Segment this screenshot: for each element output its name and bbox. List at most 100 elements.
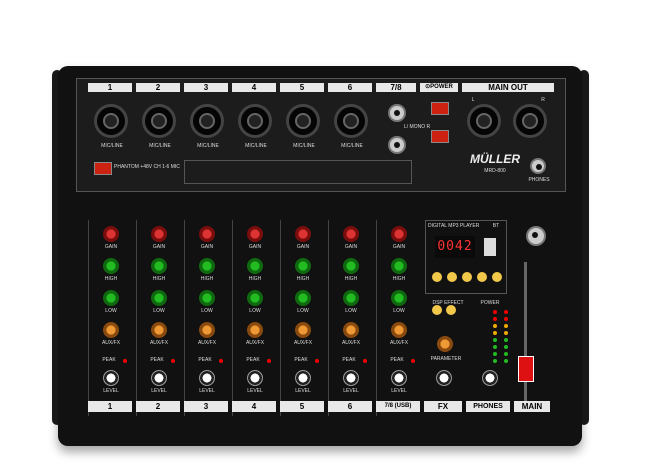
channel-3-gain-label: GAIN: [200, 244, 214, 250]
mic-line-label-3: MIC/LINE: [197, 143, 219, 149]
bottom-channel-4-label: 4: [232, 401, 276, 412]
channel-7-gain-label: GAIN: [392, 244, 406, 250]
mic-line-label-5: MIC/LINE: [293, 143, 315, 149]
channel-2-level-knob[interactable]: [151, 370, 167, 386]
power-button[interactable]: [431, 102, 449, 115]
main-out-left-jack[interactable]: [467, 104, 501, 138]
channel-5-peak-label: PEAK: [294, 357, 308, 363]
main-out-l-label: L: [471, 97, 475, 103]
channel-4-high-knob[interactable]: [247, 258, 263, 274]
channel-6-aux-knob[interactable]: [343, 322, 359, 338]
level-meter-led: [493, 345, 497, 349]
channel-7-peak-label: PEAK: [390, 357, 404, 363]
mic-input-3-jack[interactable]: [190, 104, 224, 138]
mic-input-1-jack[interactable]: [94, 104, 128, 138]
channel-1-aux-knob[interactable]: [103, 322, 119, 338]
channel-5-gain-knob[interactable]: [295, 226, 311, 242]
channel-7-high-knob[interactable]: [391, 258, 407, 274]
channel-3-aux-knob[interactable]: [199, 322, 215, 338]
mic-input-2-jack[interactable]: [142, 104, 176, 138]
phones-jack[interactable]: [530, 158, 546, 174]
mp3-mode-button[interactable]: [477, 272, 487, 282]
usb-port[interactable]: [484, 238, 496, 256]
channel-3-high-label: HIGH: [200, 276, 214, 282]
mic-input-4-jack[interactable]: [238, 104, 272, 138]
bottom-channel-1-label: 1: [88, 401, 132, 412]
bottom-channel-78-label: 7/8 (USB): [376, 401, 420, 412]
channel-5-high-knob[interactable]: [295, 258, 311, 274]
main-out-right-jack[interactable]: [513, 104, 547, 138]
channel-2-high-knob[interactable]: [151, 258, 167, 274]
channel-4-peak-led: [267, 359, 271, 363]
channel-2-gain-knob[interactable]: [151, 226, 167, 242]
fx-next-button[interactable]: [446, 305, 456, 315]
channel-4-gain-knob[interactable]: [247, 226, 263, 242]
aux-out-jack[interactable]: [526, 226, 546, 246]
channel-4-gain-label: GAIN: [248, 244, 262, 250]
channel-3-high-knob[interactable]: [199, 258, 215, 274]
channel-7-gain-knob[interactable]: [391, 226, 407, 242]
channel-7-low-knob[interactable]: [391, 290, 407, 306]
bt-label: BT: [492, 223, 500, 229]
channel-4-low-knob[interactable]: [247, 290, 263, 306]
mic-input-5-jack[interactable]: [286, 104, 320, 138]
channel-7-aux-knob[interactable]: [391, 322, 407, 338]
channel-5-low-knob[interactable]: [295, 290, 311, 306]
phantom-power-button[interactable]: [94, 162, 112, 175]
level-meter-led: [504, 352, 508, 356]
channel-6-high-knob[interactable]: [343, 258, 359, 274]
bottom-channel-6-label: 6: [328, 401, 372, 412]
channel-5-gain-label: GAIN: [296, 244, 310, 250]
channel-6-gain-knob[interactable]: [343, 226, 359, 242]
channel-2-low-knob[interactable]: [151, 290, 167, 306]
mp3-play-button[interactable]: [447, 272, 457, 282]
channel-4-level-knob[interactable]: [247, 370, 263, 386]
fx-level-knob[interactable]: [436, 370, 452, 386]
mp3-prev-button[interactable]: [432, 272, 442, 282]
channel-5-aux-label: AUX/FX: [293, 340, 313, 346]
bottom-main-label: MAIN: [514, 401, 550, 412]
channel-2-aux-knob[interactable]: [151, 322, 167, 338]
channel-6-level-knob[interactable]: [343, 370, 359, 386]
channel-4-aux-knob[interactable]: [247, 322, 263, 338]
fx-prev-button[interactable]: [432, 305, 442, 315]
level-meter-led: [504, 324, 508, 328]
channel-5-level-knob[interactable]: [295, 370, 311, 386]
power-meter-label: POWER: [480, 300, 500, 306]
spec-box: [184, 160, 412, 184]
channel-1-level-knob[interactable]: [103, 370, 119, 386]
channel-6-level-label: LEVEL: [343, 388, 359, 394]
mp3-title: DIGITAL MP3 PLAYER: [428, 223, 480, 229]
channel-7-level-label: LEVEL: [391, 388, 407, 394]
mic-input-6-jack[interactable]: [334, 104, 368, 138]
level-meter-led: [493, 359, 497, 363]
mp3-eq-button[interactable]: [492, 272, 502, 282]
channel-5-aux-knob[interactable]: [295, 322, 311, 338]
phones-level-knob[interactable]: [482, 370, 498, 386]
channel-6-low-knob[interactable]: [343, 290, 359, 306]
channel-5-peak-led: [315, 359, 319, 363]
channel-4-peak-label: PEAK: [246, 357, 260, 363]
line-input-7-jack[interactable]: [388, 104, 406, 122]
channel-3-level-knob[interactable]: [199, 370, 215, 386]
mp3-next-button[interactable]: [462, 272, 472, 282]
main-out-label: MAIN OUT: [462, 83, 554, 92]
channel-1-gain-knob[interactable]: [103, 226, 119, 242]
channel-5-low-label: LOW: [297, 308, 309, 314]
channel-6-high-label: HIGH: [344, 276, 358, 282]
line-input-8-jack[interactable]: [388, 136, 406, 154]
main-fader-cap[interactable]: [518, 356, 534, 382]
channel-6-low-label: LOW: [345, 308, 357, 314]
channel-7-level-knob[interactable]: [391, 370, 407, 386]
channel-1-low-label: LOW: [105, 308, 117, 314]
bottom-fx-label: FX: [424, 401, 462, 412]
channel-1-high-knob[interactable]: [103, 258, 119, 274]
channel-3-level-label: LEVEL: [199, 388, 215, 394]
parameter-label: PARAMETER: [430, 356, 462, 362]
channel-1-low-knob[interactable]: [103, 290, 119, 306]
stereo-mono-label: L/ MONO R: [404, 124, 431, 130]
fx-parameter-knob[interactable]: [437, 336, 453, 352]
power-switch[interactable]: [431, 130, 449, 143]
channel-3-low-knob[interactable]: [199, 290, 215, 306]
channel-3-gain-knob[interactable]: [199, 226, 215, 242]
